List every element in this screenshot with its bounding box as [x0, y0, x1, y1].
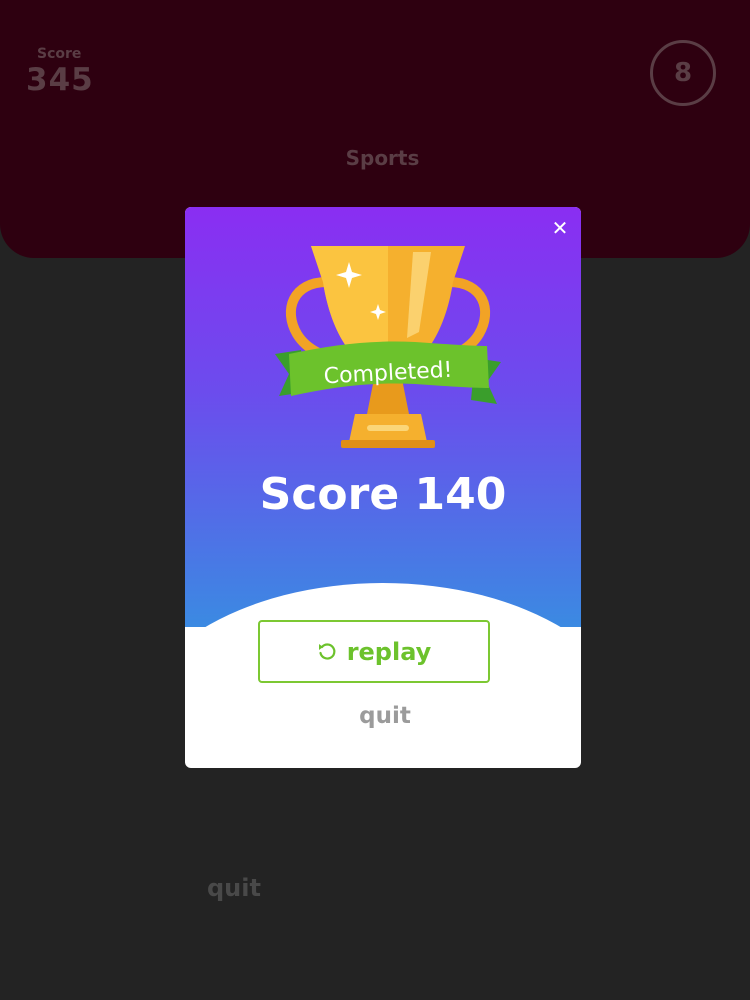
- replay-button[interactable]: replay: [258, 620, 490, 683]
- score-value: 345: [26, 62, 94, 98]
- quit-button[interactable]: quit: [185, 703, 581, 729]
- replay-icon: [318, 642, 336, 660]
- background-quit-link: quit: [207, 874, 261, 902]
- close-button[interactable]: ✕: [549, 216, 571, 240]
- score-label: Score: [37, 46, 82, 62]
- level-indicator: 8: [650, 40, 716, 106]
- close-icon: ✕: [551, 216, 569, 240]
- category-title: Sports: [345, 146, 420, 170]
- replay-label: replay: [346, 637, 432, 666]
- trophy-icon: Completed!: [275, 246, 501, 448]
- final-score: Score 140: [259, 469, 507, 520]
- completion-dialog: ✕ Completed! Score 140 replay quit: [185, 207, 581, 768]
